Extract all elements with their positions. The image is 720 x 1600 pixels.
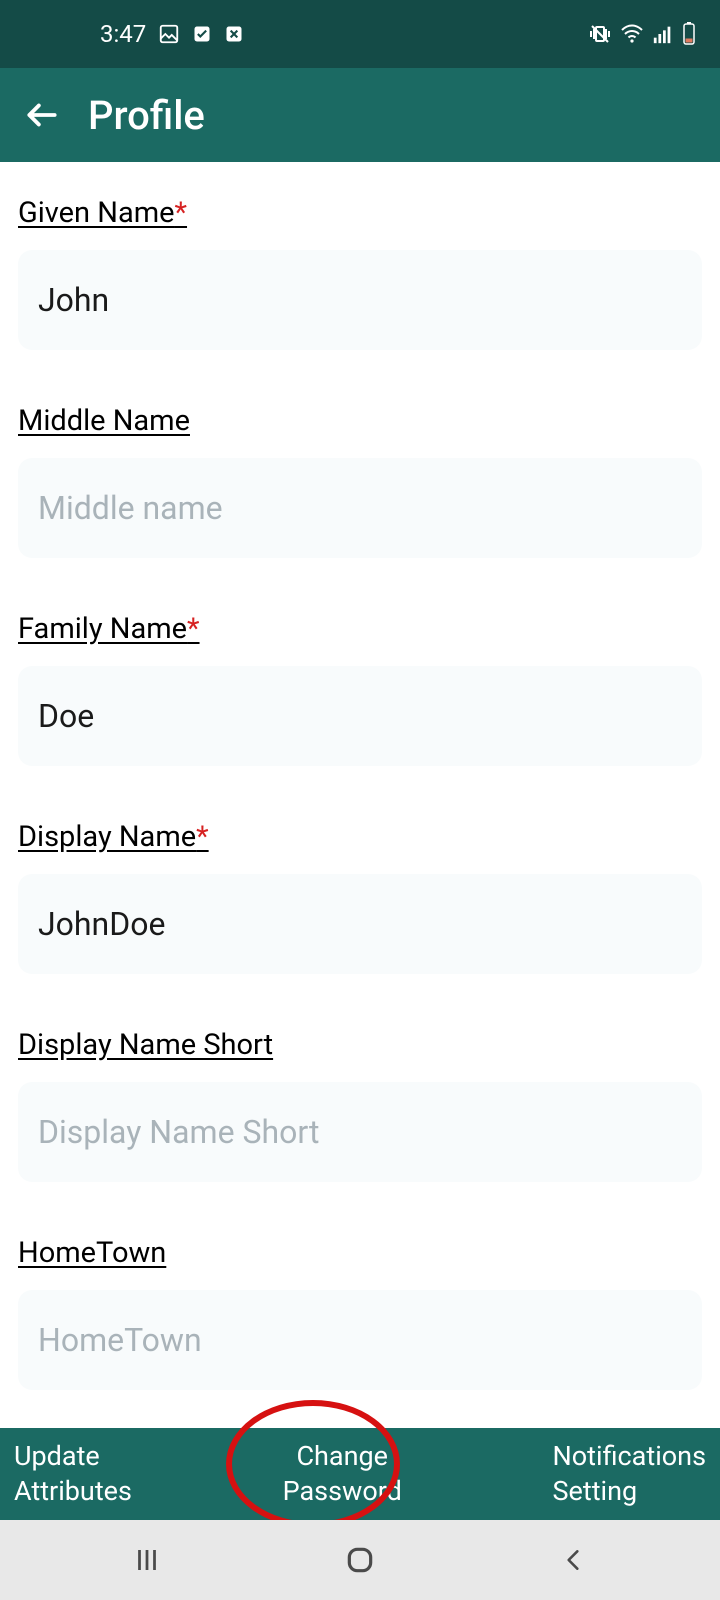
input-display-name-short[interactable] [18,1082,702,1182]
arrow-left-icon [23,96,61,134]
label-middle-name: Middle Name [18,404,190,438]
required-marker: * [175,196,188,230]
status-time: 3:47 [100,20,146,48]
page-title: Profile [88,92,205,139]
required-marker: * [196,820,209,854]
close-box-icon [224,24,244,44]
label-hometown: HomeTown [18,1236,166,1270]
notifications-setting-button[interactable]: Notifications Setting [553,1439,706,1508]
battery-low-icon [682,22,696,46]
home-icon [344,1544,376,1576]
label-family-name: Family Name* [18,612,200,646]
recents-icon [132,1545,162,1575]
system-back-button[interactable] [533,1536,613,1584]
input-middle-name[interactable] [18,458,702,558]
field-given-name: Given Name* [18,196,702,350]
field-display-name-short: Display Name Short [18,1028,702,1182]
field-hometown: HomeTown [18,1236,702,1390]
recents-button[interactable] [107,1536,187,1584]
status-bar: 3:47 [0,0,720,68]
label-display-name-short: Display Name Short [18,1028,273,1062]
input-display-name[interactable] [18,874,702,974]
home-button[interactable] [320,1536,400,1584]
status-right [588,22,696,46]
input-hometown[interactable] [18,1290,702,1390]
field-family-name: Family Name* [18,612,702,766]
update-attributes-button[interactable]: Update Attributes [14,1439,132,1508]
wifi-icon [620,22,644,46]
required-marker: * [187,612,200,646]
profile-form: Given Name* Middle Name Family Name* Dis… [0,162,720,1428]
chevron-left-icon [560,1545,586,1575]
change-password-button[interactable]: Change Password [283,1439,402,1508]
input-family-name[interactable] [18,666,702,766]
field-display-name: Display Name* [18,820,702,974]
status-left: 3:47 [100,20,244,48]
system-nav-bar [0,1520,720,1600]
input-given-name[interactable] [18,250,702,350]
check-box-icon [192,24,212,44]
app-bar: Profile [0,68,720,162]
label-display-name: Display Name* [18,820,209,854]
label-given-name: Given Name* [18,196,187,230]
bottom-actions: Update Attributes Change Password Notifi… [0,1428,720,1520]
back-button[interactable] [20,93,64,137]
vibrate-off-icon [588,22,612,46]
image-icon [158,23,180,45]
field-middle-name: Middle Name [18,404,702,558]
signal-icon [652,23,674,45]
